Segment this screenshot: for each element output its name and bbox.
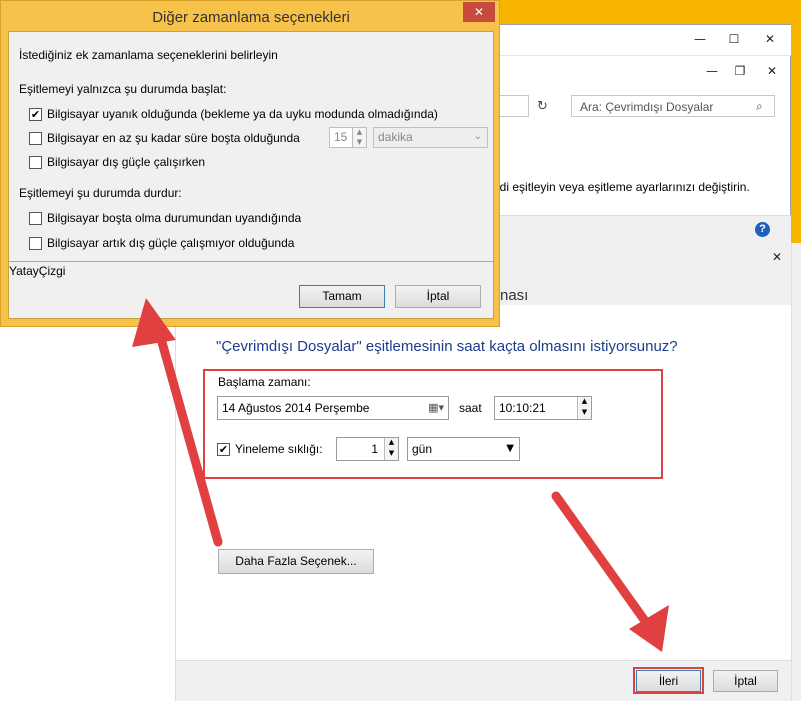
arrow-to-next: [551, 491, 669, 652]
arrow-to-dialog: [132, 298, 223, 547]
annotation-arrows: [132, 298, 669, 652]
